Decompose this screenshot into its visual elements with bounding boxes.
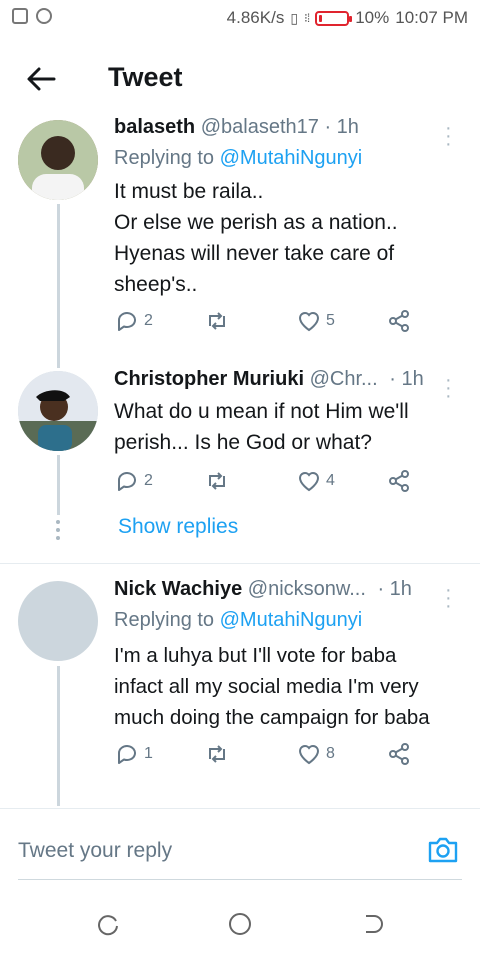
display-name[interactable]: Christopher Muriuki — [114, 368, 304, 390]
share-icon — [389, 470, 409, 492]
battery-percent: 10% — [355, 8, 390, 27]
replying-to: Replying to @MutahiNgunyi — [114, 609, 363, 631]
tweet-meta: Nick Wachiye @nicksonw... · 1h — [114, 578, 412, 601]
thread-dots — [55, 520, 61, 544]
retweet-icon — [209, 312, 225, 330]
display-name[interactable]: balaseth — [114, 118, 195, 138]
reply-input[interactable]: Tweet your reply — [18, 839, 172, 863]
clock: 10:07 PM — [395, 8, 468, 27]
more-icon[interactable]: · · · — [445, 118, 452, 154]
like-icon — [298, 745, 320, 765]
handle: @nicksonw... — [247, 578, 366, 600]
signal-icon: ⁝⁞ — [304, 11, 310, 25]
app-header: Tweet — [0, 36, 480, 120]
tweet[interactable]: Christopher Muriuki @Chr... · 1h · · · Wha… — [0, 368, 480, 558]
handle: @balaseth17 — [200, 118, 319, 138]
retweet-icon — [209, 472, 225, 490]
like-button[interactable]: 5 — [296, 308, 335, 334]
replying-to: Replying to @MutahiNgunyi — [114, 147, 363, 169]
reply-icon — [118, 745, 136, 764]
recent-apps-icon[interactable] — [96, 912, 120, 936]
like-icon — [298, 312, 320, 332]
thread-line — [57, 455, 60, 515]
reply-composer: Tweet your reply — [0, 808, 480, 885]
reply-button[interactable]: 2 — [114, 308, 153, 334]
gallery-icon — [12, 8, 28, 24]
like-button[interactable]: 8 — [296, 741, 335, 767]
input-underline — [18, 879, 462, 880]
reply-icon — [118, 312, 136, 331]
share-button[interactable] — [386, 468, 412, 494]
tweet-actions: 2 4 — [114, 468, 424, 498]
reply-icon — [118, 472, 136, 491]
reply-button[interactable]: 2 — [114, 468, 153, 494]
avatar[interactable] — [18, 371, 98, 451]
retweet-button[interactable] — [204, 308, 230, 334]
avatar[interactable] — [18, 120, 98, 200]
tweet-actions: 1 8 — [114, 741, 424, 771]
system-nav-bar — [0, 884, 480, 960]
timestamp: · 1h — [324, 118, 359, 138]
mention-link[interactable]: @MutahiNgunyi — [220, 147, 363, 169]
thread-line — [57, 666, 60, 806]
more-icon[interactable]: · · · — [445, 580, 452, 616]
back-icon[interactable] — [362, 912, 386, 936]
share-icon — [389, 743, 409, 765]
tweet-text: It must be raila.. Or else we perish as a… — [114, 180, 398, 296]
share-button[interactable] — [386, 741, 412, 767]
camera-icon[interactable] — [426, 833, 460, 867]
tweet[interactable]: balaseth @balaseth17 · 1h · · · Replying t… — [0, 118, 480, 368]
show-replies-link[interactable]: Show replies — [118, 515, 238, 539]
whatsapp-icon — [36, 8, 52, 24]
like-icon — [298, 472, 320, 492]
retweet-button[interactable] — [204, 741, 230, 767]
timestamp: · 1h — [389, 368, 424, 390]
reply-button[interactable]: 1 — [114, 741, 153, 767]
display-name[interactable]: Nick Wachiye — [114, 578, 242, 600]
network-speed: 4.86K/s — [226, 8, 285, 27]
thread-line — [57, 204, 60, 368]
reply-feed: balaseth @balaseth17 · 1h · · · Replying t… — [0, 118, 480, 808]
like-button[interactable]: 4 — [296, 468, 335, 494]
vibrate-icon: ▯ — [290, 9, 299, 26]
tweet-meta: balaseth @balaseth17 · 1h — [114, 118, 359, 139]
home-icon[interactable] — [228, 912, 252, 936]
tweet-actions: 2 5 — [114, 308, 424, 338]
retweet-button[interactable] — [204, 468, 230, 494]
tweet-text: What do u mean if not Him we'll perish...… — [114, 400, 409, 454]
handle: @Chr... — [309, 368, 378, 390]
tweet-meta: Christopher Muriuki @Chr... · 1h — [114, 368, 424, 391]
status-bar: 4.86K/s ▯ ⁝⁞ 10% 10:07 PM — [0, 0, 480, 36]
page-title: Tweet — [108, 62, 183, 92]
tweet-text: I'm a luhya but I'll vote for baba infact… — [114, 644, 430, 729]
timestamp: · 1h — [377, 578, 412, 600]
divider — [0, 563, 480, 564]
share-button[interactable] — [386, 308, 412, 334]
mention-link[interactable]: @MutahiNgunyi — [220, 609, 363, 631]
back-arrow-icon[interactable] — [24, 62, 58, 96]
battery-icon — [315, 10, 353, 26]
retweet-icon — [209, 745, 225, 763]
avatar[interactable] — [18, 581, 98, 661]
share-icon — [389, 310, 409, 332]
tweet[interactable]: Nick Wachiye @nicksonw... · 1h · · · Reply… — [0, 578, 480, 808]
